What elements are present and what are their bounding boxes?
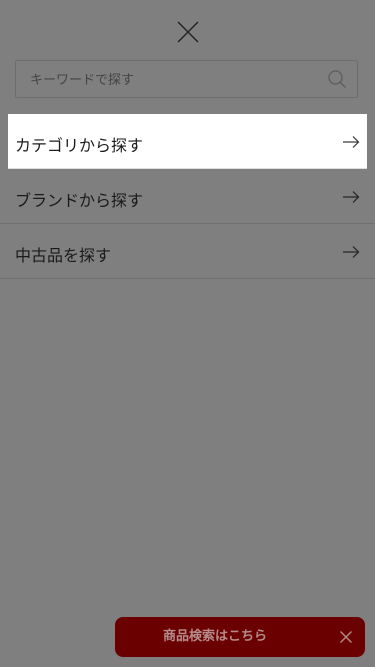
banner-close-button[interactable] (339, 630, 353, 644)
search-input[interactable] (28, 61, 327, 99)
menu-item-label: カテゴリから探す (15, 136, 144, 155)
close-icon (177, 21, 199, 43)
menu-item-brand[interactable]: ブランドから探す (0, 169, 375, 224)
menu-item-used[interactable]: 中古品を探す (0, 224, 375, 279)
close-menu-button[interactable] (176, 20, 200, 44)
search-icon[interactable] (327, 69, 347, 89)
banner-label: 商品検索はこちら (162, 629, 267, 644)
close-icon (340, 631, 352, 643)
menu-item-label: 中古品を探す (15, 246, 112, 265)
arrow-right-icon (342, 190, 360, 204)
product-search-banner[interactable]: 商品検索はこちら (115, 617, 365, 657)
menu-item-label: ブランドから探す (15, 191, 144, 210)
arrow-right-icon (342, 245, 360, 259)
menu-item-category[interactable]: カテゴリから探す (8, 114, 367, 169)
search-box (15, 60, 358, 99)
search-menu: カテゴリから探す ブランドから探す 中古品を探す (0, 114, 375, 279)
arrow-right-icon (342, 135, 360, 149)
